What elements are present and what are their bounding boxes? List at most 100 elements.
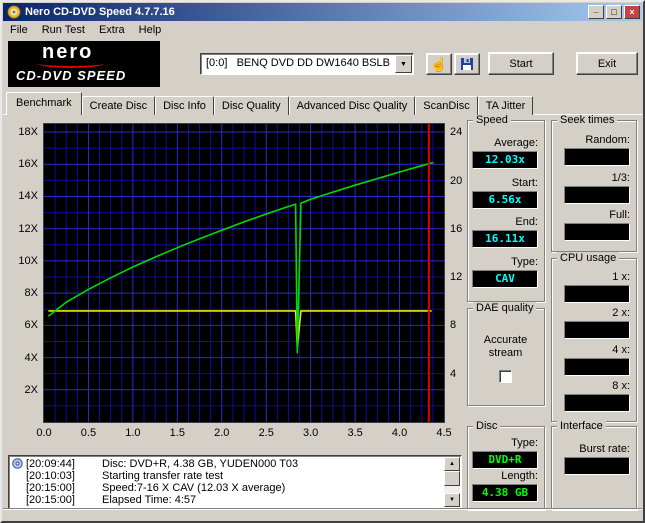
log-message: Speed:7-16 X CAV (12.03 X average) (102, 482, 286, 494)
log-message: Disc: DVD+R, 4.38 GB, YUDEN000 T03 (102, 458, 299, 471)
y-left-tick: 4X (24, 351, 38, 364)
menu-file[interactable]: File (3, 22, 35, 38)
x-axis-tick: 0.0 (36, 427, 52, 439)
save-button[interactable] (454, 53, 480, 75)
log-scrollbar[interactable]: ▲ ▼ (444, 457, 460, 507)
disc-panel: Disc Type: DVD+R Length: 4.38 GB (467, 420, 545, 510)
y-left-tick: 12X (18, 222, 38, 235)
hand-icon: ☝ (430, 56, 448, 72)
scroll-thumb[interactable] (444, 471, 460, 486)
menu-bar: File Run Test Extra Help (3, 21, 642, 39)
4-x-label: 4 x: (612, 343, 630, 356)
2-x-lcd-value (564, 321, 630, 340)
tab-disc-info[interactable]: Disc Info (155, 96, 214, 115)
seek-times-panel-title: Seek times (557, 114, 618, 126)
random-lcd-value (564, 148, 630, 167)
log-line: [20:15:00] Elapsed Time: 4:57 (12, 494, 443, 506)
x-axis-tick: 2.0 (214, 427, 230, 439)
burst-rate-label: Burst rate: (579, 443, 630, 455)
x-axis-tick: 4.5 (436, 427, 452, 439)
cpu_usage-field: 8 x: (564, 380, 630, 412)
accurate-stream-checkbox[interactable] (499, 370, 512, 383)
scroll-up-button[interactable]: ▲ (444, 457, 460, 471)
log-message: Starting transfer rate test (102, 470, 224, 482)
x-axis-tick: 2.5 (258, 427, 274, 439)
interface-field: Burst rate: (564, 443, 630, 475)
menu-help[interactable]: Help (132, 22, 169, 38)
y-left-tick: 14X (18, 190, 38, 203)
log-timestamp: [20:09:44] (26, 458, 75, 471)
y-left-tick: 8X (24, 287, 38, 300)
logo-swoosh (38, 59, 104, 68)
close-button[interactable]: × (624, 5, 640, 19)
type-label: Type: (511, 436, 538, 449)
log-panel: [20:09:44] Disc: DVD+R, 4.38 GB, YUDEN000… (8, 455, 462, 509)
minimize-button[interactable]: _ (588, 5, 604, 19)
speed-panel: Speed Average: 12.03x Start: 6.56x End: 16.11… (467, 114, 545, 302)
y-right-tick: 16 (450, 222, 463, 235)
exit-button[interactable]: Exit (576, 52, 638, 75)
x-axis-tick: 1.0 (125, 427, 141, 439)
log-line: [20:10:03] Starting transfer rate test (12, 470, 443, 482)
drive-select[interactable]: [0:0] BENQ DVD DD DW1640 BSLB ▼ (200, 53, 414, 75)
save-icon (461, 58, 473, 70)
menu-extra[interactable]: Extra (92, 22, 132, 38)
start-lcd-value: 6.56x (472, 190, 538, 209)
chevron-down-icon[interactable]: ▼ (395, 55, 412, 73)
accurate-stream-label: Accurate stream (483, 334, 528, 359)
dae-quality-panel-title: DAE quality (473, 302, 537, 314)
seek_times-field: 1/3: (564, 172, 630, 204)
type-label: Type: (511, 256, 538, 269)
4-x-lcd-value (564, 357, 630, 376)
start-button[interactable]: Start (488, 52, 554, 75)
type-lcd-value: CAV (472, 270, 538, 289)
log-line: [20:15:00] Speed:7-16 X CAV (12.03 X aver… (12, 482, 443, 494)
2-x-label: 2 x: (612, 307, 630, 320)
random-label: Random: (585, 134, 630, 147)
x-axis-tick: 4.0 (391, 427, 408, 439)
tab-benchmark[interactable]: Benchmark (6, 92, 82, 115)
1-x-lcd-value (564, 285, 630, 304)
y-left-tick: 18X (18, 126, 38, 139)
tab-scandisc[interactable]: ScanDisc (415, 96, 478, 115)
end-label: End: (515, 216, 538, 229)
log-timestamp: [20:10:03] (26, 470, 75, 482)
log-lines: [20:09:44] Disc: DVD+R, 4.38 GB, YUDEN000… (12, 458, 443, 506)
x-axis-tick: 3.5 (347, 427, 363, 439)
tab-create-disc[interactable]: Create Disc (81, 96, 156, 115)
seek_times-field: Random: (564, 134, 630, 167)
chart-plot (43, 123, 445, 423)
burst-rate-lcd-value (564, 457, 630, 475)
cpu_usage-field: 1 x: (564, 271, 630, 304)
log-timestamp: [20:15:00] (26, 494, 75, 506)
length-lcd-value: 4.38 GB (472, 484, 538, 503)
tab-advanced-disc-quality[interactable]: Advanced Disc Quality (288, 96, 416, 115)
title-bar[interactable]: Nero CD-DVD Speed 4.7.7.16 _ □ × (3, 3, 642, 21)
menu-run-test[interactable]: Run Test (35, 22, 92, 38)
tab-disc-quality[interactable]: Disc Quality (213, 96, 289, 115)
log-line: [20:09:44] Disc: DVD+R, 4.38 GB, YUDEN000… (12, 458, 443, 470)
hand-tool-button[interactable]: ☝ (426, 53, 452, 75)
cpu_usage-field: 4 x: (564, 344, 630, 376)
tab-ta-jitter[interactable]: TA Jitter (477, 96, 534, 115)
y-left-tick: 16X (18, 158, 38, 171)
1-3-lcd-value (564, 185, 630, 204)
maximize-button[interactable]: □ (606, 5, 622, 19)
y-right-tick: 4 (450, 367, 457, 380)
x-axis-tick: 1.5 (169, 427, 185, 439)
log-timestamp: [20:15:00] (26, 482, 75, 494)
y-right-tick: 8 (450, 319, 457, 332)
type-lcd-value: DVD+R (472, 450, 538, 469)
drive-select-value: [0:0] BENQ DVD DD DW1640 BSLB (206, 57, 391, 69)
cpu-usage-panel: CPU usage 1 x: 2 x: 4 x: 8 x: (551, 252, 637, 422)
x-axis-tick: 0.5 (80, 427, 97, 439)
average-lcd-value: 12.03x (472, 150, 538, 169)
y-left-tick: 6X (24, 319, 38, 332)
cpu_usage-field: 2 x: (564, 307, 630, 340)
speed-field: Start: 6.56x (472, 177, 538, 209)
full-lcd-value (564, 222, 630, 241)
full-label: Full: (609, 208, 630, 221)
y-left-tick: 2X (24, 383, 38, 396)
scroll-down-button[interactable]: ▼ (444, 493, 460, 507)
disc-panel-title: Disc (473, 420, 501, 432)
